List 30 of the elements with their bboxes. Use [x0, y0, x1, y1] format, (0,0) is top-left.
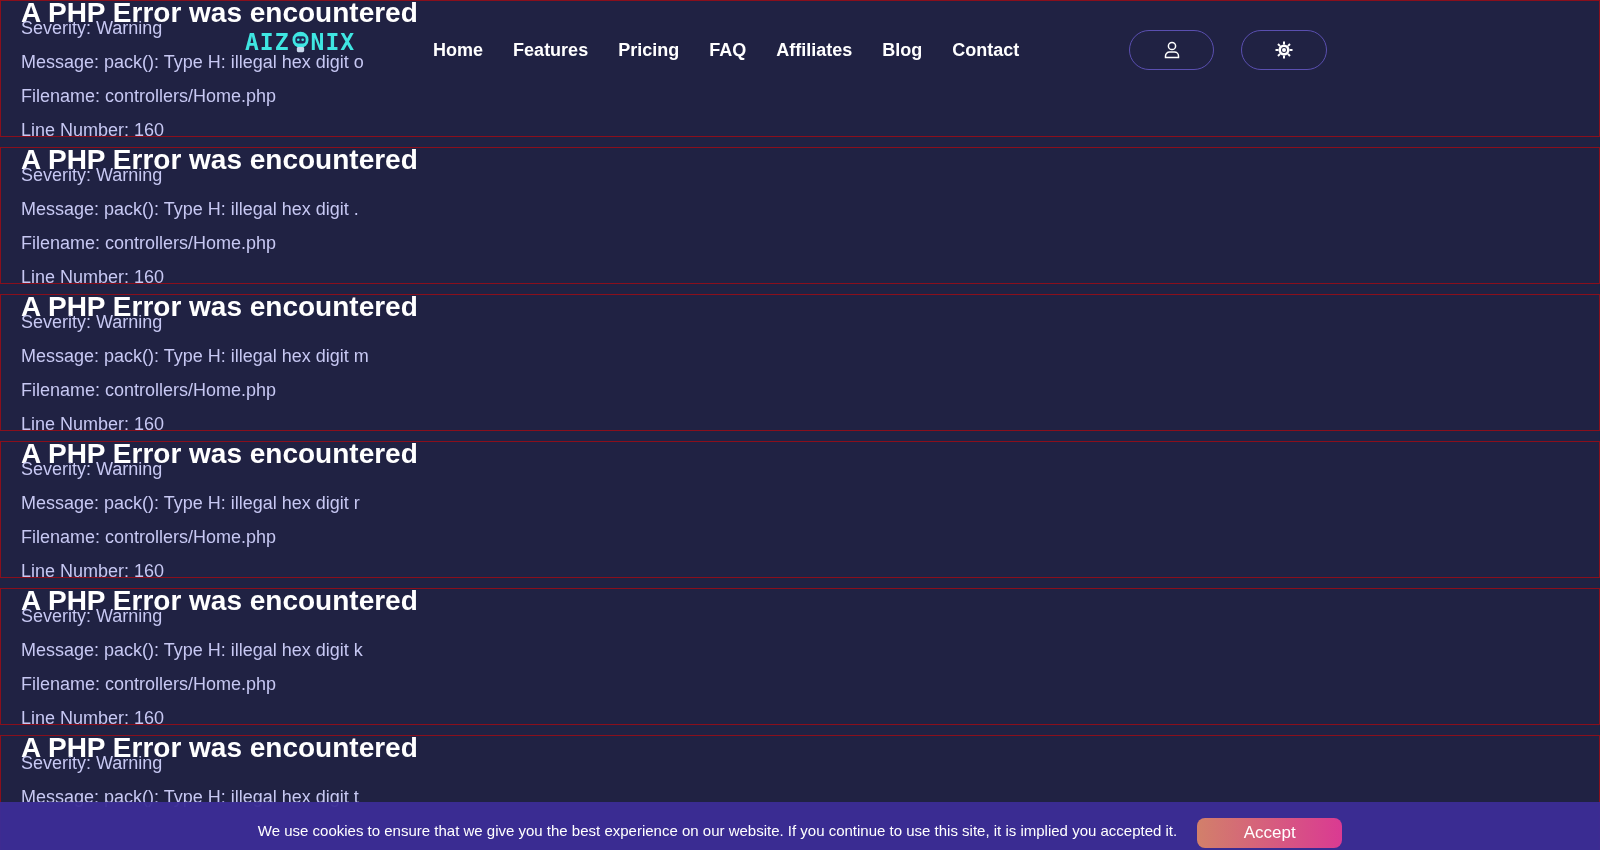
nav-link[interactable]: Pricing — [618, 39, 680, 61]
robot-icon — [290, 31, 310, 53]
error-detail: Message: pack(): Type H: illegal hex digit o — [21, 52, 364, 72]
accept-button[interactable]: Accept — [1197, 818, 1343, 848]
nav-link[interactable]: Affiliates — [776, 39, 853, 61]
error-detail: Line Number: 160 — [21, 120, 165, 140]
sun-icon — [1275, 41, 1294, 59]
error-detail: Line Number: 160 — [21, 414, 165, 434]
error-detail: Line Number: 160 — [21, 267, 165, 287]
nav-link[interactable]: FAQ — [709, 39, 747, 61]
error-detail: Filename: controllers/Home.php — [21, 380, 277, 400]
user-icon — [1163, 41, 1180, 59]
error-detail: Filename: controllers/Home.php — [21, 233, 277, 253]
error-detail: Line Number: 160 — [21, 708, 165, 728]
error-detail: Message: pack(): Type H: illegal hex digit k — [21, 640, 363, 660]
nav-link[interactable]: Features — [513, 39, 589, 61]
error-detail: Filename: controllers/Home.php — [21, 527, 277, 547]
error-detail: Filename: controllers/Home.php — [21, 86, 277, 106]
error-detail: Message: pack(): Type H: illegal hex digit . — [21, 199, 359, 219]
error-detail: Message: pack(): Type H: illegal hex digit t — [21, 787, 359, 807]
error-detail: Message: pack(): Type H: illegal hex digit m — [21, 346, 369, 366]
nav-link[interactable]: Blog — [882, 39, 923, 61]
cookie-notice: We use cookies to ensure that we give you the best experience on our website. If you continue to use this site, it is implied you accepted it. — [257, 821, 1178, 840]
error-detail: Line Number: 160 — [21, 561, 165, 581]
error-detail: Filename: controllers/Home.php — [21, 674, 277, 694]
nav-link[interactable]: Home — [433, 39, 484, 61]
error-detail: Message: pack(): Type H: illegal hex digit r — [21, 493, 360, 513]
logo-text: AIZ — [245, 31, 290, 53]
logo-text: NIX — [310, 31, 356, 53]
nav-link[interactable]: Contact — [952, 39, 1020, 61]
